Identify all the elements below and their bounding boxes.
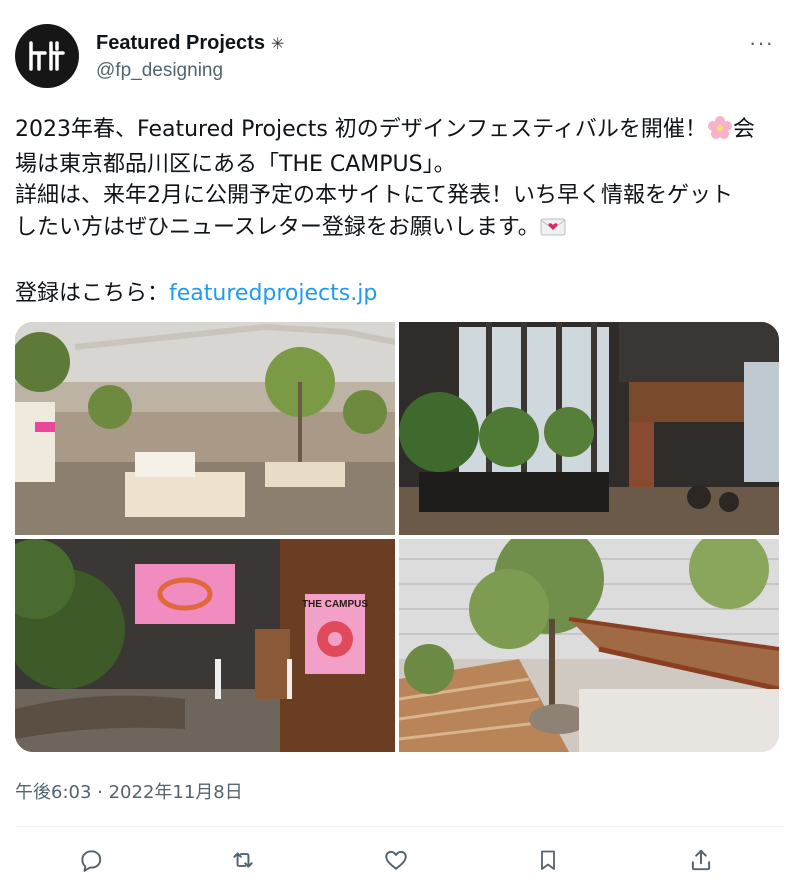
photo-outdoor-terrace[interactable] [399, 539, 779, 752]
photo-gallery-space[interactable]: THE CAMPUS [15, 539, 395, 752]
divider [15, 826, 785, 827]
verified-badge-icon: ✳ [270, 35, 285, 53]
signup-prefix: 登録はこちら： [15, 280, 170, 306]
tweet-line-4: したい方はぜひニュースレター登録をお願いします。 [15, 214, 540, 240]
tweet-line-1-tail: 会 [732, 117, 755, 142]
author-name-row: Featured Projects ✳ [96, 32, 284, 55]
tweet-line-2: 場は東京都品川区にある「THE CAMPUS」。 [15, 151, 456, 177]
tweet-timestamp[interactable]: 午後6:03 · 2022年11月8日 [15, 778, 243, 804]
tweet-text: 2023年春、Featured Projects 初のデザインフェスティバルを開… [15, 114, 785, 309]
share-icon[interactable] [685, 844, 717, 876]
tweet-line-1: 2023年春、Featured Projects 初のデザインフェスティバルを開… [15, 117, 707, 142]
retweet-icon[interactable] [227, 844, 259, 876]
avatar[interactable] [15, 24, 79, 88]
tweet-line-3: 詳細は、来年2月に公開予定の本サイトにて発表！いち早く情報をゲット [15, 183, 733, 208]
action-bar [0, 832, 800, 888]
poster-text: THE CAMPUS [302, 599, 368, 610]
author-handle[interactable]: @fp_designing [96, 60, 223, 82]
like-icon[interactable] [380, 844, 412, 876]
website-link[interactable]: featuredprojects.jp [169, 281, 377, 306]
cherry-blossom-icon [707, 115, 733, 149]
media-grid: THE CAMPUS [15, 322, 779, 752]
photo-lounge-windows[interactable] [399, 322, 779, 535]
photo-office-interior[interactable] [15, 322, 395, 535]
love-letter-icon [540, 215, 566, 247]
avatar-logo-icon [29, 41, 65, 71]
display-name[interactable]: Featured Projects [96, 32, 265, 55]
reply-icon[interactable] [75, 844, 107, 876]
bookmark-icon[interactable] [532, 844, 564, 876]
more-options-icon[interactable]: ··· [749, 30, 774, 56]
